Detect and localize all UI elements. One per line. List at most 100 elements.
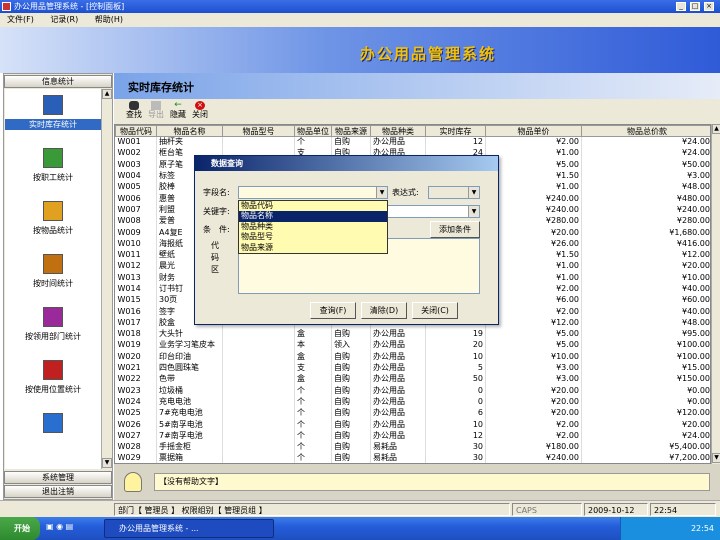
table-cell: ¥3.00 (485, 373, 582, 386)
table-cell: 充电电池 (156, 396, 223, 408)
table-cell: 色带 (156, 373, 223, 386)
table-scroll-up-icon[interactable]: ▲ (712, 124, 720, 134)
dropdown-option[interactable]: 物品代码 (239, 201, 387, 211)
close-button[interactable]: × 关闭 (188, 101, 212, 123)
export-button[interactable]: 导出 (144, 101, 168, 123)
table-cell: W008 (115, 215, 157, 227)
field-dropdown-list[interactable]: 物品代码 物品名称 物品种类 物品型号 物品来源 (238, 200, 388, 254)
column-header[interactable]: 物品型号 (222, 125, 295, 137)
dropdown-option[interactable]: 物品来源 (239, 243, 387, 253)
column-header[interactable]: 物品单价 (485, 125, 582, 137)
find-button[interactable]: 查找 (122, 101, 146, 123)
add-condition-button[interactable]: 添加条件 (430, 221, 480, 238)
dialog-close-button[interactable]: 关闭(C) (412, 302, 458, 319)
table-scroll-down-icon[interactable]: ▼ (712, 453, 720, 463)
menu-help[interactable]: 帮助(H) (88, 13, 130, 27)
field-select[interactable]: ▼ (238, 186, 388, 199)
column-header[interactable]: 物品种类 (370, 125, 426, 137)
dropdown-option[interactable]: 物品型号 (239, 232, 387, 242)
chevron-down-icon[interactable]: ▼ (468, 206, 479, 217)
hide-button[interactable]: ← 隐藏 (166, 101, 190, 123)
nav-header-stats[interactable]: 信息统计 (4, 75, 112, 88)
nav-item-4[interactable]: 按时间统计 (5, 250, 101, 296)
table-cell: 个 (294, 430, 332, 442)
table-cell: 自购 (331, 373, 371, 386)
table-cell: 12 (425, 136, 486, 148)
menu-file[interactable]: 文件(F) (0, 13, 41, 27)
start-button[interactable]: 开始 (0, 517, 40, 540)
nav-item-3[interactable]: 按物品统计 (5, 197, 101, 243)
table-cell: W022 (115, 373, 157, 386)
table-cell: 办公用品 (370, 396, 426, 408)
table-cell: ¥100.00 (581, 351, 710, 363)
table-cell: ¥20.00 (581, 418, 710, 431)
taskbar-app-button[interactable]: 办公用品管理系统 - ... (104, 519, 274, 538)
table-cell: W017 (115, 317, 157, 329)
table-row[interactable]: W026 5#南孚电池 个自购 办公用品 10 ¥2.00 ¥20.00 (115, 418, 710, 431)
table-cell: ¥1.00 (485, 181, 582, 193)
table-row[interactable]: W023 垃圾桶 个自购 办公用品 0 ¥20.00 ¥0.00 (115, 385, 710, 397)
table-cell: 盒 (294, 328, 332, 340)
table-row[interactable]: W021 四色圆珠笔 支自购 办公用品 5 ¥3.00 ¥15.00 (115, 362, 710, 374)
column-header[interactable]: 物品来源 (331, 125, 371, 137)
table-scrollbar[interactable]: ▲ ▼ (711, 124, 720, 464)
menu-record[interactable]: 记录(R) (43, 13, 85, 27)
table-cell: 6 (425, 407, 486, 419)
column-header[interactable]: 物品单位 (294, 125, 332, 137)
chevron-down-icon[interactable]: ▼ (468, 187, 479, 198)
table-cell: ¥24.00 (581, 147, 710, 160)
clear-button[interactable]: 清除(D) (361, 302, 407, 319)
nav-item-2[interactable]: 按职工统计 (5, 144, 101, 190)
nav-header-logout[interactable]: 退出注销 (4, 485, 112, 498)
column-header[interactable]: 物品名称 (156, 125, 223, 137)
table-row[interactable]: W024 充电电池 个自购 办公用品 0 ¥20.00 ¥0.00 (115, 396, 710, 408)
table-cell: 抽杆夹 (156, 136, 223, 148)
expr-select[interactable]: ▼ (428, 186, 480, 199)
table-cell: ¥280.00 (485, 215, 582, 227)
table-cell: ¥1.00 (485, 272, 582, 284)
table-row[interactable]: W027 7#南孚电池 个自购 办公用品 12 ¥2.00 ¥24.00 (115, 430, 710, 442)
table-row[interactable]: W025 7#充电电池 个自购 办公用品 6 ¥20.00 ¥120.00 (115, 407, 710, 419)
nav-scrollbar[interactable]: ▲ ▼ (101, 89, 112, 469)
table-row[interactable]: W020 印台印油 盒自购 办公用品 10 ¥10.00 ¥100.00 (115, 351, 710, 363)
nav-item-5[interactable]: 按领用部门统计 (5, 303, 101, 349)
table-cell: 办公用品 (370, 362, 426, 374)
scroll-down-icon[interactable]: ▼ (102, 458, 112, 468)
chevron-down-icon[interactable]: ▼ (376, 187, 387, 198)
table-row[interactable]: W022 色带 盒自购 办公用品 50 ¥3.00 ¥150.00 (115, 373, 710, 386)
minimize-button[interactable]: _ (676, 2, 686, 11)
gears-icon (43, 201, 63, 221)
table-row[interactable]: W029 票据箱 个自购 易耗品 30 ¥240.00 ¥7,200.00 (115, 452, 710, 463)
keyword-label: 关键字: (203, 207, 230, 216)
table-cell: 自购 (331, 328, 371, 340)
nav-item-7[interactable] (5, 409, 101, 455)
table-row[interactable]: W028 手摇金柜 个自购 易耗品 30 ¥180.00 ¥5,400.00 (115, 441, 710, 453)
query-button[interactable]: 查询(F) (310, 302, 356, 319)
table-cell: ¥20.00 (581, 260, 710, 273)
nav-header-system[interactable]: 系统管理 (4, 471, 112, 484)
column-header[interactable]: 物品总价款 (581, 125, 710, 137)
table-cell: ¥180.00 (485, 441, 582, 453)
column-header[interactable]: 实时库存 (425, 125, 486, 137)
table-cell: 0 (425, 385, 486, 397)
table-row[interactable]: W018 大头针 盒自购 办公用品 19 ¥5.00 ¥95.00 (115, 328, 710, 340)
table-cell: ¥2.00 (485, 430, 582, 442)
table-cell: 办公用品 (370, 351, 426, 363)
dropdown-option[interactable]: 物品名称 (239, 211, 387, 222)
table-row[interactable]: W019 业务学习笔皮本 本领入 办公用品 20 ¥5.00 ¥100.00 (115, 339, 710, 352)
nav-item-6[interactable]: 按使用位置统计 (5, 356, 101, 402)
table-cell: ¥480.00 (581, 192, 710, 205)
table-cell: ¥48.00 (581, 181, 710, 193)
keyword-select[interactable]: ▼ (380, 205, 480, 218)
table-cell: 个 (294, 418, 332, 431)
maximize-button[interactable]: □ (690, 2, 700, 11)
scroll-up-icon[interactable]: ▲ (102, 89, 112, 99)
system-tray: 22:54 (620, 517, 720, 540)
table-row[interactable]: W001 抽杆夹 个自购 办公用品 12 ¥2.00 ¥24.00 (115, 136, 710, 148)
quick-launch[interactable]: ▣ ◉ ▤ (46, 522, 73, 531)
close-window-button[interactable]: × (704, 2, 714, 11)
column-header[interactable]: 物品代码 (115, 125, 157, 137)
app-icon (2, 2, 11, 11)
dropdown-option[interactable]: 物品种类 (239, 222, 387, 232)
nav-item-1[interactable]: 实时库存统计 (5, 91, 101, 137)
